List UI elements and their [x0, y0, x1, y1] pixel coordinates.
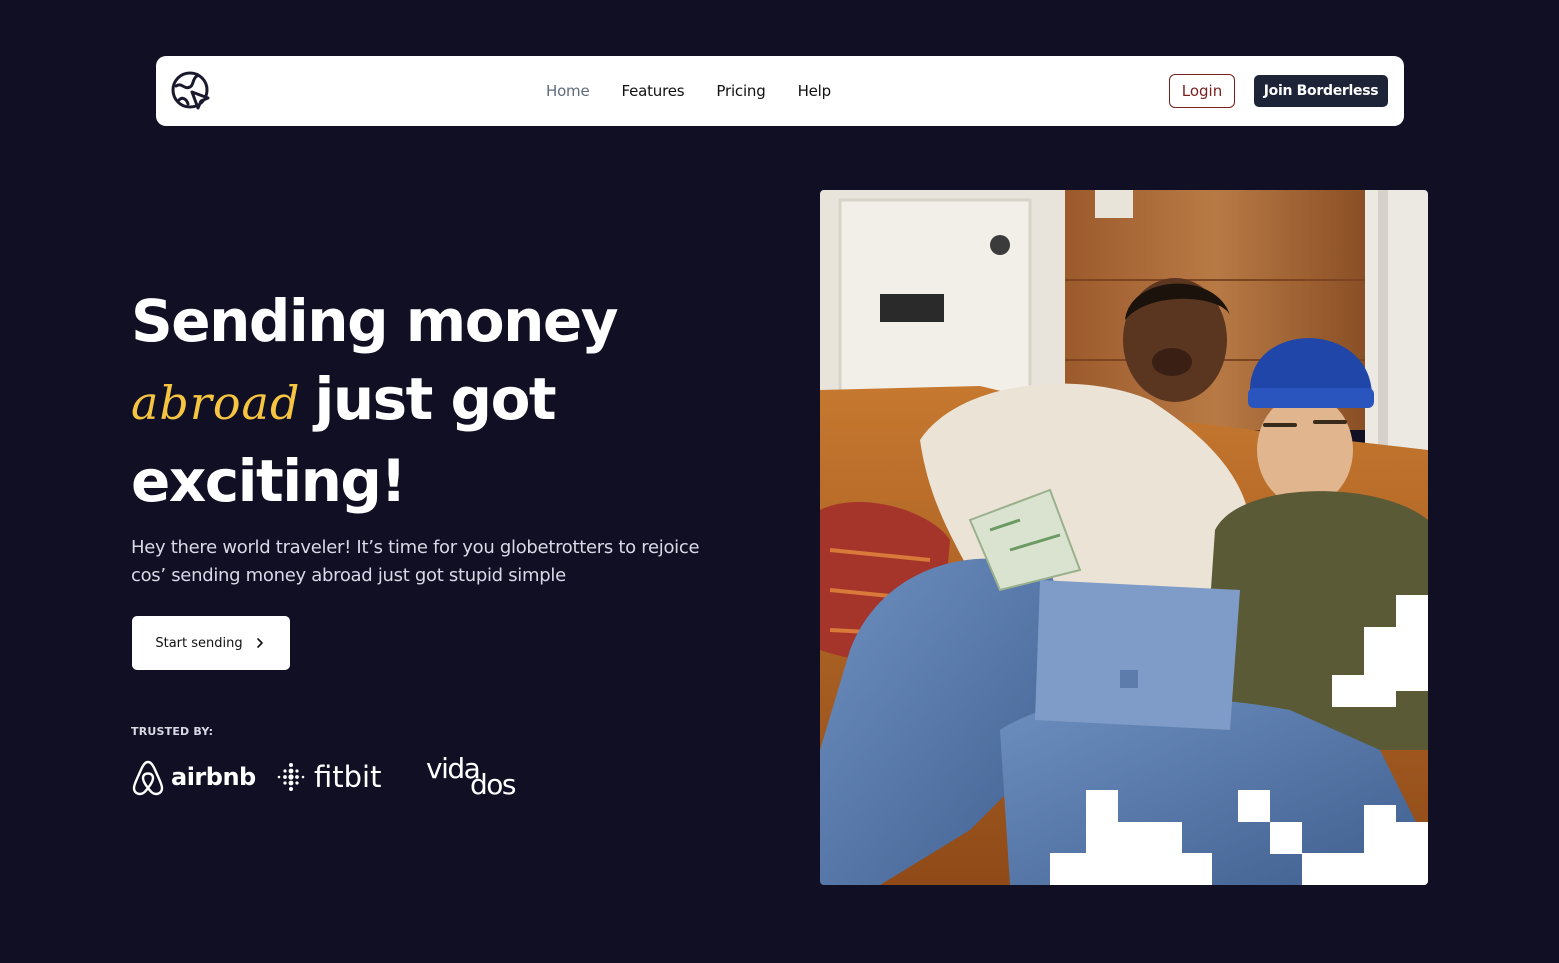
hero-title: Sending money abroad just got exciting! [131, 282, 751, 520]
airbnb-wordmark: airbnb [171, 763, 256, 791]
hero-subtitle: Hey there world traveler! It’s time for … [131, 537, 700, 586]
top-navbar: Home Features Pricing Help Login Join Bo… [156, 56, 1404, 126]
globe-cursor-icon[interactable] [170, 70, 212, 112]
fitbit-dots-icon [277, 763, 305, 791]
nav-link-pricing[interactable]: Pricing [716, 82, 765, 100]
nav-link-help[interactable]: Help [798, 82, 832, 100]
hero-title-line2: just got [314, 365, 556, 433]
hero-photo [820, 190, 1428, 885]
airbnb-logo: airbnb [131, 758, 256, 796]
main-nav: Home Features Pricing Help [546, 56, 831, 126]
hero-title-accent: abroad [131, 376, 301, 430]
hero-title-line1: Sending money [131, 287, 619, 355]
start-sending-button[interactable]: Start sending [132, 616, 290, 670]
login-button[interactable]: Login [1169, 74, 1235, 108]
nav-link-home[interactable]: Home [546, 82, 590, 100]
trusted-by-label: TRUSTED BY: [131, 725, 214, 738]
friends-laptop-photo [820, 190, 1428, 885]
chevron-right-icon [256, 638, 263, 648]
nav-link-features[interactable]: Features [622, 82, 685, 100]
start-sending-label: Start sending [155, 635, 243, 651]
join-button[interactable]: Join Borderless [1254, 75, 1388, 107]
fitbit-logo: fitbit [276, 758, 381, 796]
vidados-wordmark-bottom: dos [470, 768, 517, 801]
airbnb-icon [132, 760, 164, 796]
fitbit-wordmark: fitbit [314, 760, 382, 794]
hero-title-line3: exciting! [131, 447, 407, 515]
vidados-logo: vida dos [426, 752, 536, 802]
